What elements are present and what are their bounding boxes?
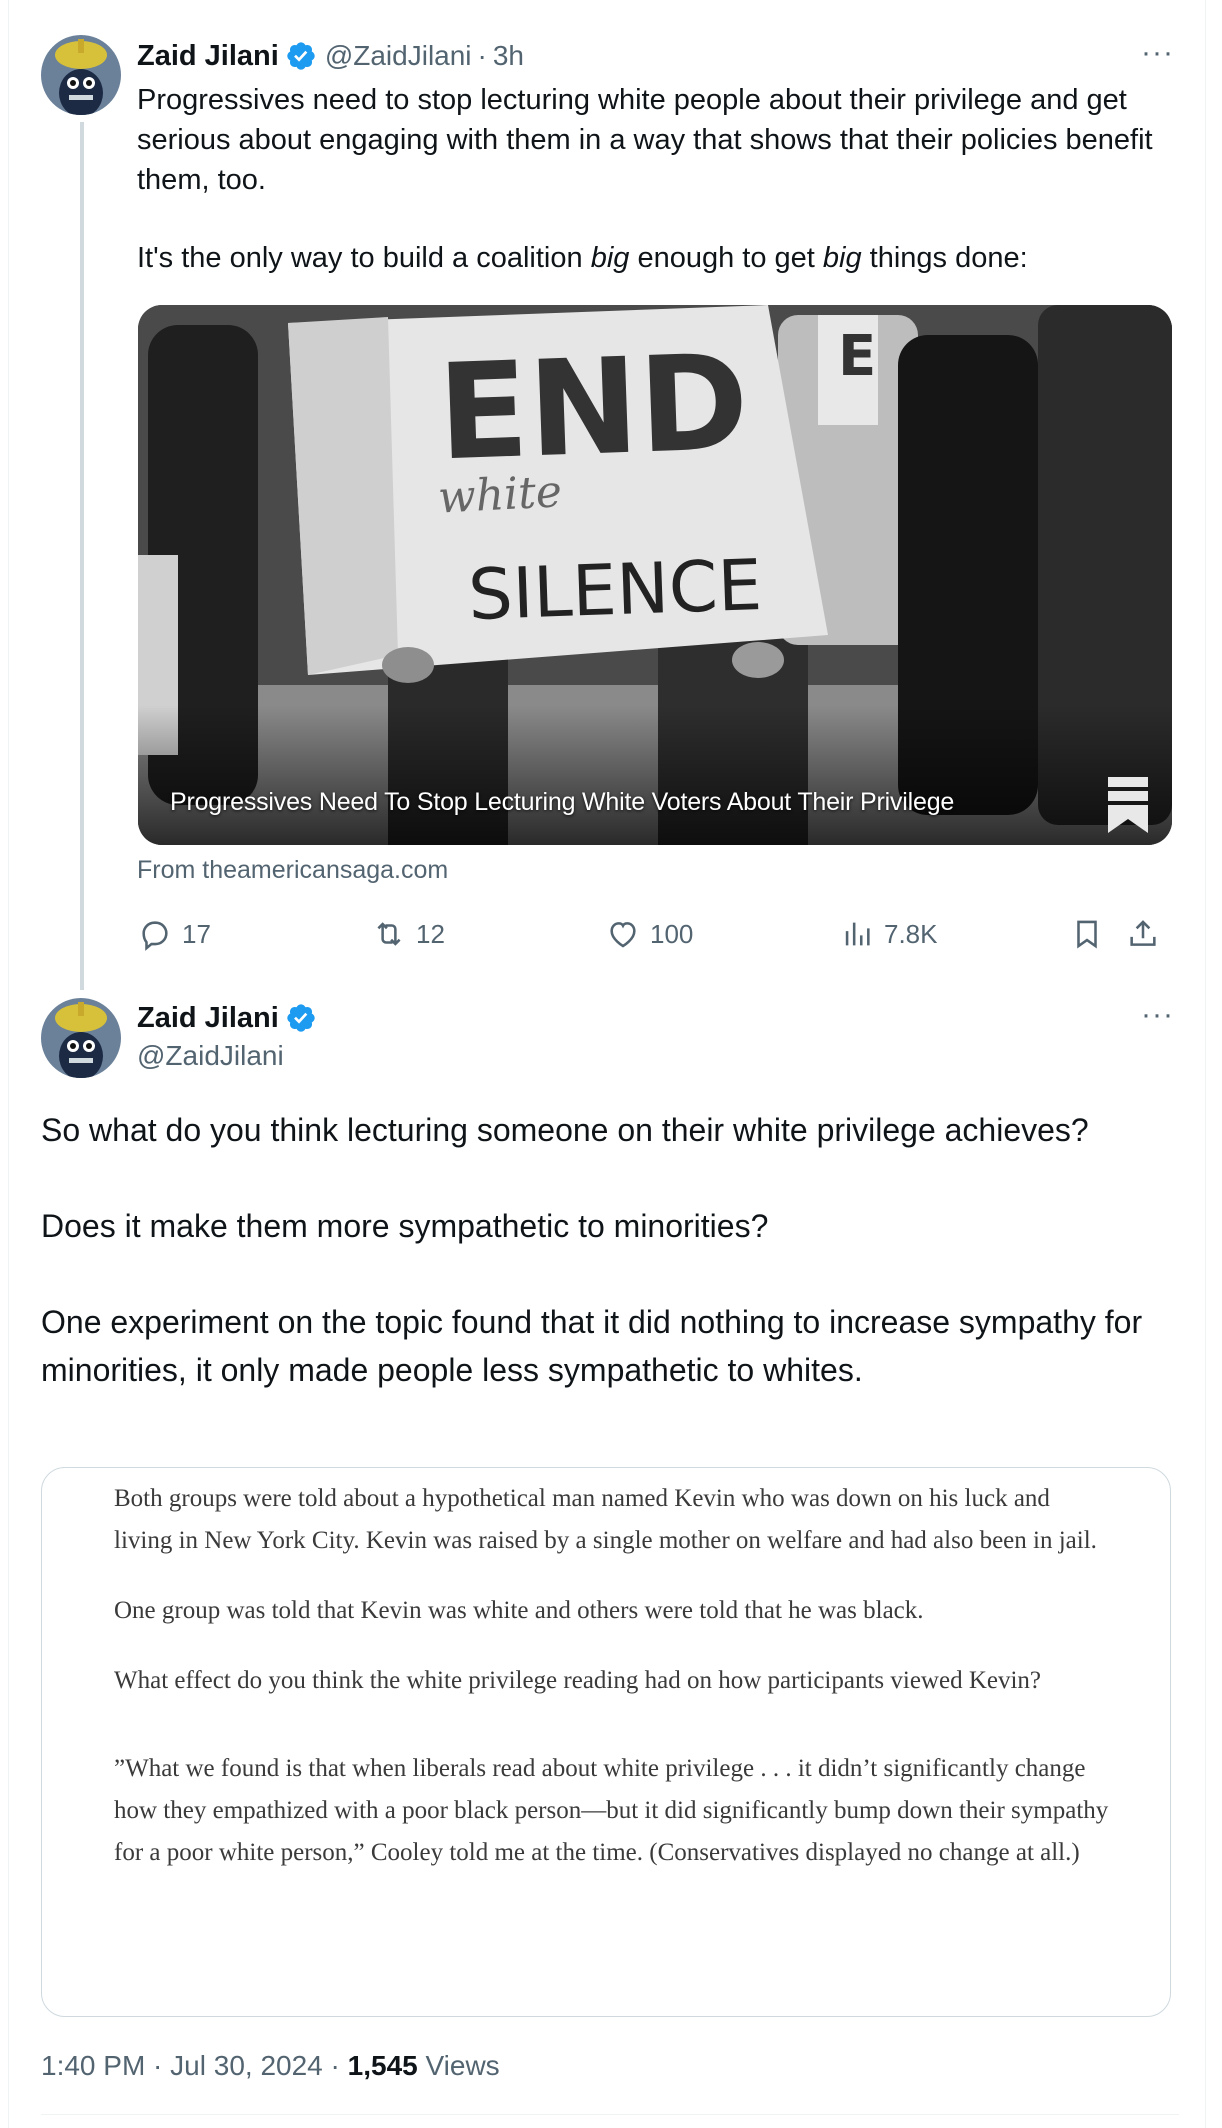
text-span: things done: — [861, 242, 1028, 274]
post-time[interactable]: 1:40 PM — [41, 2050, 145, 2081]
sign-text-silence: SILENCE — [467, 544, 763, 636]
tweet-time[interactable]: 3h — [493, 40, 524, 72]
tweet-paragraph: It's the only way to build a coalition b… — [137, 238, 1177, 278]
excerpt-text: Both groups were told about a hypothetic… — [114, 1478, 1114, 1902]
italic-text: big — [590, 242, 630, 274]
reply-button[interactable]: 17 — [138, 912, 211, 956]
like-button[interactable]: 100 — [606, 912, 693, 956]
reply-count: 17 — [182, 918, 211, 949]
bookmark-button[interactable] — [1070, 912, 1104, 956]
heart-icon — [610, 922, 636, 948]
post-date[interactable]: Jul 30, 2024 — [170, 2050, 323, 2081]
share-button[interactable] — [1126, 912, 1160, 956]
reply-icon — [142, 921, 168, 951]
thread-line — [80, 122, 84, 990]
author-handle[interactable]: @ZaidJilani — [325, 40, 472, 72]
card-image: E END white SILENCE — [138, 305, 1172, 845]
more-options-icon[interactable]: ··· — [1141, 36, 1174, 70]
separator-dot: · — [477, 40, 487, 71]
share-icon — [1130, 920, 1156, 946]
author-name[interactable]: Zaid Jilani — [137, 40, 279, 73]
avatar[interactable] — [41, 998, 121, 1078]
attached-image[interactable]: Both groups were told about a hypothetic… — [41, 1467, 1171, 2017]
tweet-paragraph: One experiment on the topic found that i… — [41, 1304, 1143, 1388]
author-name[interactable]: Zaid Jilani — [137, 1002, 279, 1035]
analytics-icon — [845, 922, 870, 946]
text-span: enough to get — [629, 242, 823, 274]
tweet-text: Progressives need to stop lecturing whit… — [137, 80, 1177, 278]
verified-badge-icon[interactable] — [285, 1002, 317, 1034]
tweet-paragraph: Does it make them more sympathetic to mi… — [41, 1208, 769, 1244]
excerpt-paragraph: Both groups were told about a hypothetic… — [114, 1485, 1097, 1554]
tweet-actions: 17 12 100 7.8K — [138, 912, 1178, 956]
views-count: 1,545 — [347, 2050, 418, 2081]
card-title[interactable]: Progressives Need To Stop Lecturing Whit… — [170, 788, 954, 817]
excerpt-paragraph: What effect do you think the white privi… — [114, 1667, 1042, 1694]
tweet-meta: 1:40 PM · Jul 30, 2024 · 1,545 Views — [41, 2050, 500, 2082]
text-span: It's the only way to build a coalition — [137, 242, 591, 274]
tweet1-header: Zaid Jilani @ZaidJilani · 3h — [137, 36, 524, 76]
bookmark-icon — [1077, 920, 1097, 949]
sign-text-end: END — [436, 326, 751, 491]
views-label: Views — [417, 2050, 500, 2081]
views-button[interactable]: 7.8K — [840, 912, 938, 956]
more-options-icon[interactable]: ··· — [1141, 998, 1174, 1032]
tweet-paragraph: Progressives need to stop lecturing whit… — [137, 84, 1153, 196]
avatar[interactable] — [41, 35, 121, 115]
excerpt-paragraph: ”What we found is that when liberals rea… — [114, 1755, 1109, 1866]
separator-dot: · — [145, 2050, 171, 2081]
tweet2-header: Zaid Jilani — [137, 998, 317, 1038]
author-handle[interactable]: @ZaidJilani — [137, 1040, 284, 1072]
divider — [41, 2114, 1179, 2115]
tweet-text: So what do you think lecturing someone o… — [41, 1106, 1181, 1394]
separator-dot: · — [322, 2050, 348, 2081]
card-source[interactable]: From theamericansaga.com — [137, 856, 448, 885]
svg-text:E: E — [838, 324, 876, 389]
repost-icon — [377, 922, 401, 946]
like-count: 100 — [650, 918, 694, 949]
views-count: 7.8K — [884, 918, 938, 949]
verified-badge-icon[interactable] — [285, 40, 317, 72]
sign-text-white: white — [437, 466, 563, 523]
repost-count: 12 — [416, 918, 445, 949]
link-card[interactable]: E END white SILENCE Progressives Need To… — [138, 305, 1172, 845]
tweet-paragraph: So what do you think lecturing someone o… — [41, 1112, 1089, 1148]
italic-text: big — [822, 242, 862, 274]
excerpt-paragraph: One group was told that Kevin was white … — [114, 1597, 924, 1624]
repost-button[interactable]: 12 — [372, 912, 445, 956]
